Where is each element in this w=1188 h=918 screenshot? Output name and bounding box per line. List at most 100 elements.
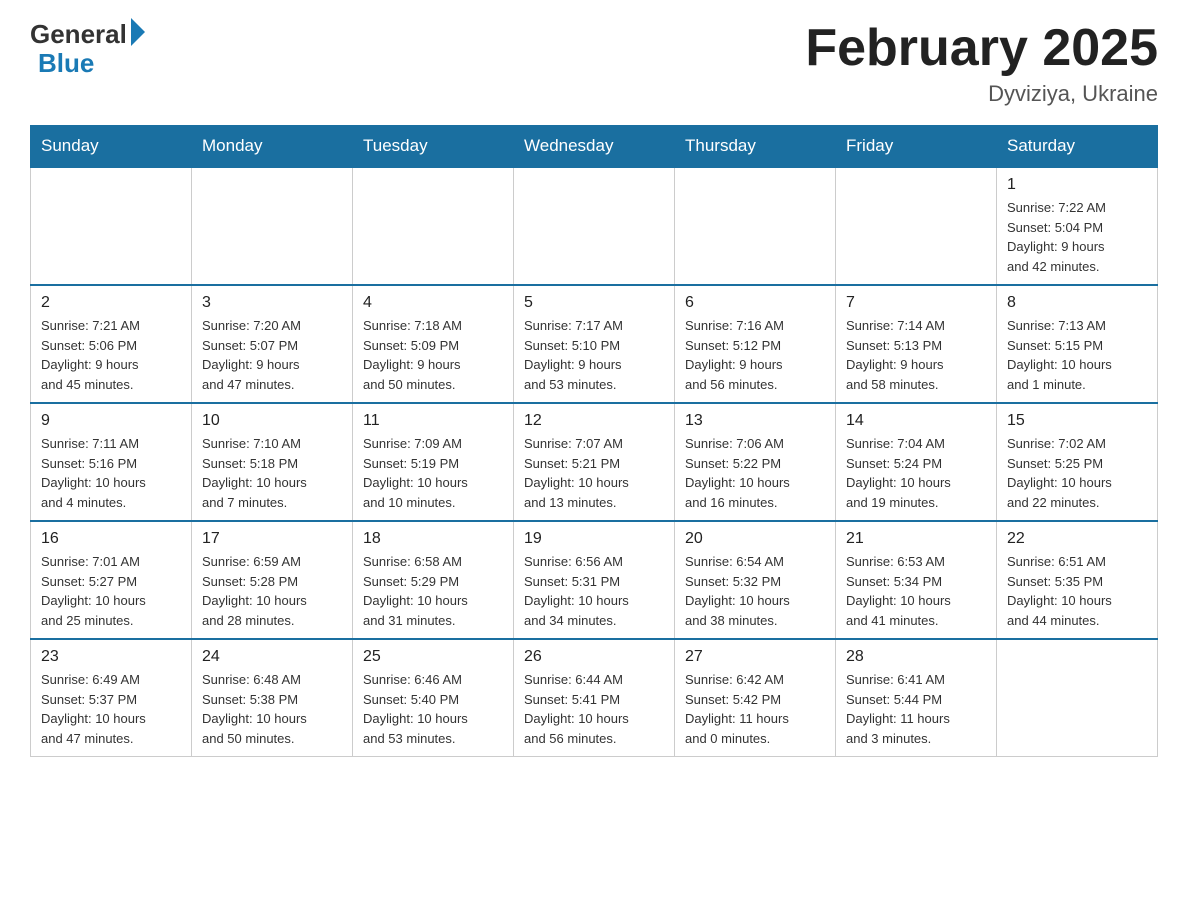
day-number: 20 <box>685 530 825 548</box>
day-info: Sunrise: 6:59 AMSunset: 5:28 PMDaylight:… <box>202 552 342 630</box>
day-number: 1 <box>1007 176 1147 194</box>
day-number: 7 <box>846 294 986 312</box>
calendar-body: 1 Sunrise: 7:22 AMSunset: 5:04 PMDaylight… <box>31 167 1158 757</box>
calendar-cell: 3Sunrise: 7:20 AMSunset: 5:07 PMDaylight… <box>192 285 353 403</box>
day-info: Sunrise: 7:21 AMSunset: 5:06 PMDaylight:… <box>41 316 181 394</box>
day-number: 27 <box>685 648 825 666</box>
calendar-cell: 22 Sunrise: 6:51 AMSunset: 5:35 PMDayligh… <box>997 521 1158 639</box>
calendar-cell: 11 Sunrise: 7:09 AMSunset: 5:19 PMDayligh… <box>353 403 514 521</box>
calendar-cell: 2 Sunrise: 7:21 AMSunset: 5:06 PMDaylight… <box>31 285 192 403</box>
location-text: Dyviziya, Ukraine <box>805 81 1158 107</box>
weekday-header-sunday: Sunday <box>31 126 192 168</box>
weekday-header-wednesday: Wednesday <box>514 126 675 168</box>
month-title: February 2025 <box>805 20 1158 77</box>
calendar-cell: 23 Sunrise: 6:49 AMSunset: 5:37 PMDayligh… <box>31 639 192 757</box>
day-info: Sunrise: 6:49 AMSunset: 5:37 PMDaylight:… <box>41 670 181 748</box>
day-info: Sunrise: 7:04 AMSunset: 5:24 PMDaylight:… <box>846 434 986 512</box>
day-info: Sunrise: 7:09 AMSunset: 5:19 PMDaylight:… <box>363 434 503 512</box>
calendar-cell: 20Sunrise: 6:54 AMSunset: 5:32 PMDayligh… <box>675 521 836 639</box>
day-number: 9 <box>41 412 181 430</box>
calendar-table: SundayMondayTuesdayWednesdayThursdayFrid… <box>30 125 1158 757</box>
weekday-header-saturday: Saturday <box>997 126 1158 168</box>
day-info: Sunrise: 7:14 AMSunset: 5:13 PMDaylight:… <box>846 316 986 394</box>
calendar-cell <box>997 639 1158 757</box>
day-info: Sunrise: 6:58 AMSunset: 5:29 PMDaylight:… <box>363 552 503 630</box>
day-info: Sunrise: 7:10 AMSunset: 5:18 PMDaylight:… <box>202 434 342 512</box>
day-info: Sunrise: 7:20 AMSunset: 5:07 PMDaylight:… <box>202 316 342 394</box>
calendar-cell: 25 Sunrise: 6:46 AMSunset: 5:40 PMDayligh… <box>353 639 514 757</box>
day-info: Sunrise: 6:48 AMSunset: 5:38 PMDaylight:… <box>202 670 342 748</box>
day-info: Sunrise: 7:01 AMSunset: 5:27 PMDaylight:… <box>41 552 181 630</box>
day-number: 21 <box>846 530 986 548</box>
weekday-header-row: SundayMondayTuesdayWednesdayThursdayFrid… <box>31 126 1158 168</box>
day-number: 18 <box>363 530 503 548</box>
day-info: Sunrise: 6:51 AMSunset: 5:35 PMDaylight:… <box>1007 552 1147 630</box>
weekday-header-tuesday: Tuesday <box>353 126 514 168</box>
weekday-header-thursday: Thursday <box>675 126 836 168</box>
day-info: Sunrise: 6:42 AMSunset: 5:42 PMDaylight:… <box>685 670 825 748</box>
calendar-week-row: 16 Sunrise: 7:01 AMSunset: 5:27 PMDayligh… <box>31 521 1158 639</box>
calendar-cell <box>31 167 192 285</box>
calendar-cell: 5 Sunrise: 7:17 AMSunset: 5:10 PMDaylight… <box>514 285 675 403</box>
day-number: 23 <box>41 648 181 666</box>
day-info: Sunrise: 6:41 AMSunset: 5:44 PMDaylight:… <box>846 670 986 748</box>
calendar-cell: 28Sunrise: 6:41 AMSunset: 5:44 PMDayligh… <box>836 639 997 757</box>
day-number: 2 <box>41 294 181 312</box>
day-info: Sunrise: 7:22 AMSunset: 5:04 PMDaylight:… <box>1007 198 1147 276</box>
day-number: 19 <box>524 530 664 548</box>
day-info: Sunrise: 7:07 AMSunset: 5:21 PMDaylight:… <box>524 434 664 512</box>
day-info: Sunrise: 6:56 AMSunset: 5:31 PMDaylight:… <box>524 552 664 630</box>
day-info: Sunrise: 6:53 AMSunset: 5:34 PMDaylight:… <box>846 552 986 630</box>
calendar-cell: 19 Sunrise: 6:56 AMSunset: 5:31 PMDayligh… <box>514 521 675 639</box>
day-number: 14 <box>846 412 986 430</box>
logo-general-text: General <box>30 20 127 49</box>
day-number: 13 <box>685 412 825 430</box>
day-info: Sunrise: 7:13 AMSunset: 5:15 PMDaylight:… <box>1007 316 1147 394</box>
day-info: Sunrise: 7:06 AMSunset: 5:22 PMDaylight:… <box>685 434 825 512</box>
day-number: 22 <box>1007 530 1147 548</box>
day-info: Sunrise: 7:02 AMSunset: 5:25 PMDaylight:… <box>1007 434 1147 512</box>
calendar-cell: 10 Sunrise: 7:10 AMSunset: 5:18 PMDayligh… <box>192 403 353 521</box>
calendar-header: SundayMondayTuesdayWednesdayThursdayFrid… <box>31 126 1158 168</box>
calendar-cell: 1 Sunrise: 7:22 AMSunset: 5:04 PMDaylight… <box>997 167 1158 285</box>
calendar-cell: 8Sunrise: 7:13 AMSunset: 5:15 PMDaylight… <box>997 285 1158 403</box>
day-info: Sunrise: 6:44 AMSunset: 5:41 PMDaylight:… <box>524 670 664 748</box>
calendar-cell: 4Sunrise: 7:18 AMSunset: 5:09 PMDaylight… <box>353 285 514 403</box>
day-info: Sunrise: 6:46 AMSunset: 5:40 PMDaylight:… <box>363 670 503 748</box>
day-number: 6 <box>685 294 825 312</box>
day-number: 11 <box>363 412 503 430</box>
day-info: Sunrise: 7:18 AMSunset: 5:09 PMDaylight:… <box>363 316 503 394</box>
title-block: February 2025 Dyviziya, Ukraine <box>805 20 1158 107</box>
calendar-week-row: 23 Sunrise: 6:49 AMSunset: 5:37 PMDayligh… <box>31 639 1158 757</box>
calendar-cell: 7 Sunrise: 7:14 AMSunset: 5:13 PMDaylight… <box>836 285 997 403</box>
calendar-cell: 6Sunrise: 7:16 AMSunset: 5:12 PMDaylight… <box>675 285 836 403</box>
day-number: 16 <box>41 530 181 548</box>
calendar-cell: 17 Sunrise: 6:59 AMSunset: 5:28 PMDayligh… <box>192 521 353 639</box>
calendar-cell <box>192 167 353 285</box>
logo-blue-text: Blue <box>38 49 94 78</box>
day-number: 24 <box>202 648 342 666</box>
calendar-cell <box>675 167 836 285</box>
day-number: 17 <box>202 530 342 548</box>
page-header: General Blue February 2025 Dyviziya, Ukr… <box>30 20 1158 107</box>
logo-triangle-icon <box>131 18 145 46</box>
day-info: Sunrise: 7:17 AMSunset: 5:10 PMDaylight:… <box>524 316 664 394</box>
weekday-header-monday: Monday <box>192 126 353 168</box>
calendar-cell <box>353 167 514 285</box>
calendar-cell: 26 Sunrise: 6:44 AMSunset: 5:41 PMDayligh… <box>514 639 675 757</box>
calendar-week-row: 1 Sunrise: 7:22 AMSunset: 5:04 PMDaylight… <box>31 167 1158 285</box>
day-number: 5 <box>524 294 664 312</box>
calendar-cell: 18 Sunrise: 6:58 AMSunset: 5:29 PMDayligh… <box>353 521 514 639</box>
calendar-cell <box>514 167 675 285</box>
day-number: 26 <box>524 648 664 666</box>
calendar-cell: 27 Sunrise: 6:42 AMSunset: 5:42 PMDayligh… <box>675 639 836 757</box>
day-number: 12 <box>524 412 664 430</box>
day-number: 25 <box>363 648 503 666</box>
weekday-header-friday: Friday <box>836 126 997 168</box>
calendar-cell: 15Sunrise: 7:02 AMSunset: 5:25 PMDayligh… <box>997 403 1158 521</box>
day-number: 10 <box>202 412 342 430</box>
calendar-cell: 14 Sunrise: 7:04 AMSunset: 5:24 PMDayligh… <box>836 403 997 521</box>
calendar-cell: 12 Sunrise: 7:07 AMSunset: 5:21 PMDayligh… <box>514 403 675 521</box>
calendar-week-row: 2 Sunrise: 7:21 AMSunset: 5:06 PMDaylight… <box>31 285 1158 403</box>
calendar-cell: 9Sunrise: 7:11 AMSunset: 5:16 PMDaylight… <box>31 403 192 521</box>
